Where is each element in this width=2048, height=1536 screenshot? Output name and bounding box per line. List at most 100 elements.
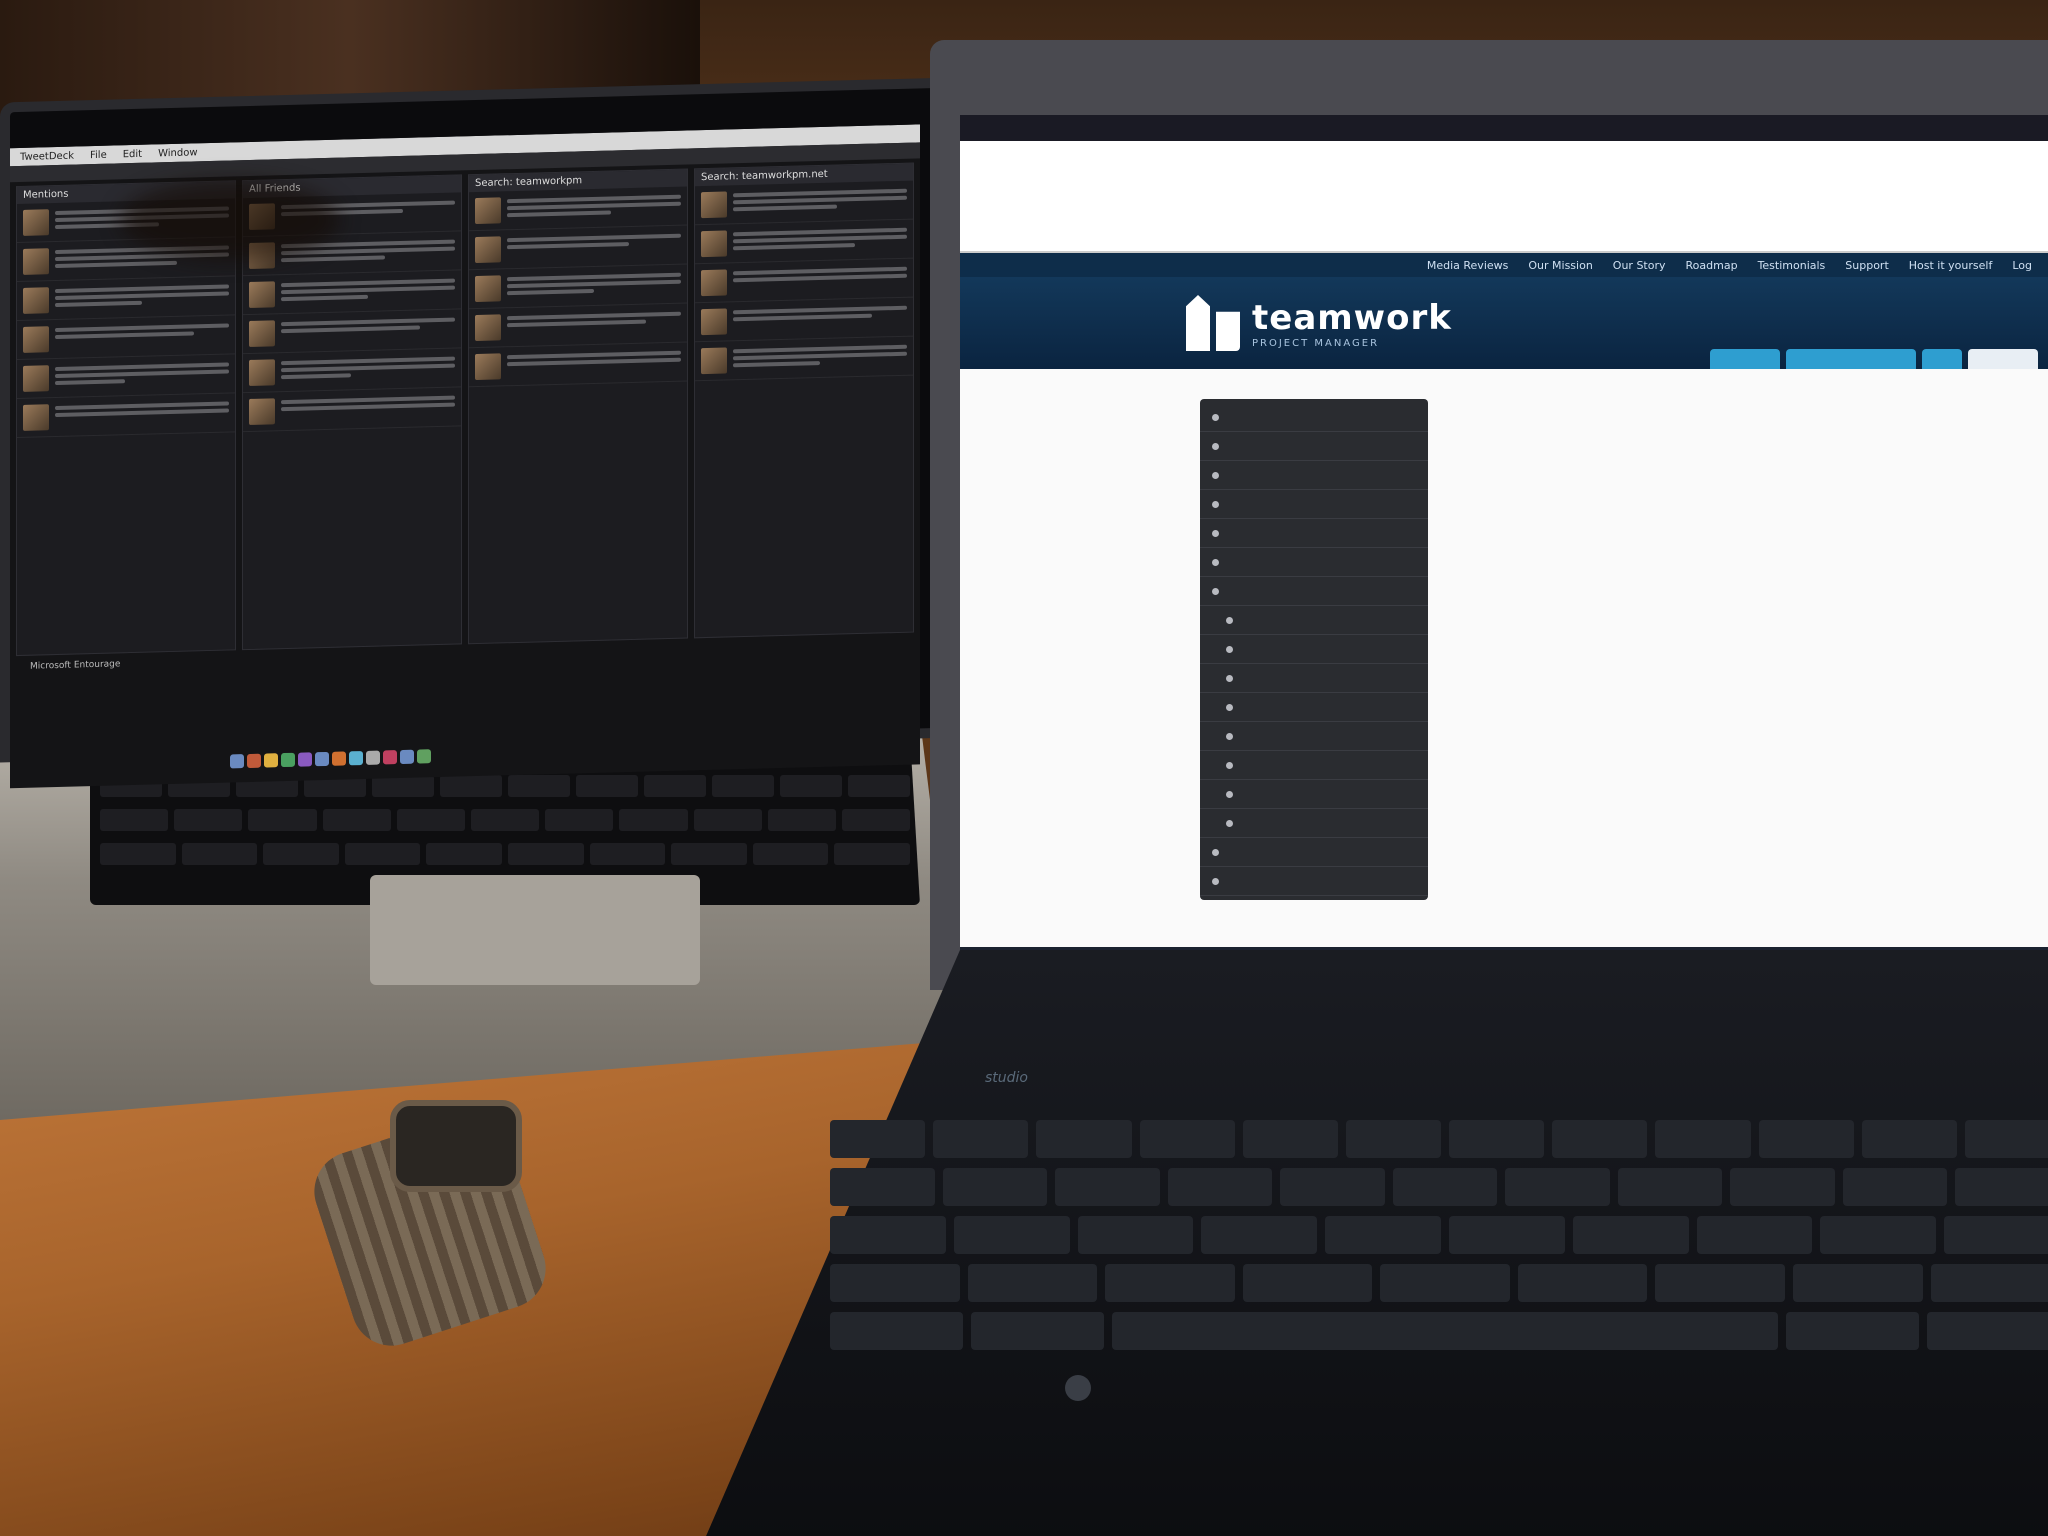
header-tab[interactable]: [1968, 349, 2038, 369]
avatar: [23, 209, 49, 236]
watch-shadow: [120, 180, 340, 260]
bullet-icon: [1226, 819, 1233, 827]
avatar: [249, 359, 275, 386]
tweet[interactable]: [243, 348, 461, 394]
tweet[interactable]: [469, 264, 687, 310]
bullet-icon: [1212, 413, 1219, 421]
wristwatch: [303, 1100, 557, 1357]
side-menu-item[interactable]: [1200, 838, 1428, 867]
bullet-icon: [1212, 471, 1219, 479]
dock-app-icon[interactable]: [400, 749, 414, 765]
tweet[interactable]: [469, 186, 687, 232]
column-search-teamworkpm-net: Search: teamworkpm.net: [694, 162, 914, 639]
side-menu-subitem[interactable]: [1200, 722, 1428, 751]
logo-subtitle: PROJECT MANAGER: [1252, 337, 1380, 349]
tweet[interactable]: [17, 315, 235, 361]
bullet-icon: [1212, 500, 1219, 508]
tweet[interactable]: [469, 303, 687, 349]
tweet[interactable]: [469, 342, 687, 388]
tweet[interactable]: [695, 297, 913, 343]
avatar: [475, 236, 501, 264]
side-menu-subitem[interactable]: [1200, 780, 1428, 809]
dock-app-icon[interactable]: [383, 750, 397, 765]
bullet-icon: [1226, 616, 1233, 624]
bullet-icon: [1226, 761, 1233, 769]
side-menu-item[interactable]: [1200, 867, 1428, 896]
header-tab[interactable]: [1710, 349, 1780, 369]
side-menu-subitem[interactable]: [1200, 751, 1428, 780]
nav-link-roadmap[interactable]: Roadmap: [1686, 259, 1738, 272]
side-menu-item[interactable]: [1200, 403, 1428, 432]
macbook-lid: TweetDeck File Edit Window Mentions All …: [0, 77, 954, 789]
menu-item[interactable]: Edit: [123, 148, 142, 160]
side-menu-subitem[interactable]: [1200, 606, 1428, 635]
avatar: [249, 320, 275, 347]
tweet[interactable]: [469, 225, 687, 271]
tweet[interactable]: [17, 354, 235, 400]
header-tab[interactable]: [1786, 349, 1916, 369]
dock-app-icon[interactable]: [230, 754, 244, 769]
dock-app-icon[interactable]: [315, 751, 329, 767]
tweet[interactable]: [243, 387, 461, 433]
tweet[interactable]: [695, 258, 913, 304]
help-side-menu: [1200, 399, 1428, 900]
dell-keyboard: [830, 1120, 2048, 1450]
tweet[interactable]: [695, 180, 913, 226]
menu-item[interactable]: TweetDeck: [20, 150, 74, 162]
avatar: [23, 404, 49, 431]
avatar: [249, 281, 275, 308]
side-menu-item[interactable]: [1200, 490, 1428, 519]
nav-link-login[interactable]: Log: [2012, 259, 2032, 272]
tweet[interactable]: [695, 336, 913, 382]
photo-scene: TweetDeck File Edit Window Mentions All …: [0, 0, 2048, 1536]
tweet[interactable]: [17, 393, 235, 439]
bullet-icon: [1212, 442, 1219, 450]
nav-link-host-it-yourself[interactable]: Host it yourself: [1909, 259, 1993, 272]
bullet-icon: [1212, 558, 1219, 566]
side-menu-subitem[interactable]: [1200, 635, 1428, 664]
avatar: [475, 197, 501, 225]
menu-item[interactable]: Window: [158, 147, 197, 159]
logo-wordmark: teamwork: [1252, 297, 1452, 338]
bullet-icon: [1226, 674, 1233, 682]
header-tab[interactable]: [1922, 349, 1962, 369]
side-menu-subitem[interactable]: [1200, 693, 1428, 722]
watch-face: [390, 1100, 522, 1192]
avatar: [23, 287, 49, 314]
side-menu-item[interactable]: [1200, 548, 1428, 577]
teamwork-logo[interactable]: teamwork PROJECT MANAGER: [1180, 295, 1452, 351]
side-menu-subitem[interactable]: [1200, 809, 1428, 838]
dock-app-icon[interactable]: [417, 749, 431, 764]
dock-app-icon[interactable]: [281, 752, 295, 768]
dock-app-icon[interactable]: [366, 750, 380, 765]
dock-app-icon[interactable]: [247, 753, 261, 769]
bullet-icon: [1212, 529, 1219, 537]
dock-app-icon[interactable]: [264, 753, 278, 768]
nav-link-our-story[interactable]: Our Story: [1613, 259, 1666, 272]
dock-app-icon[interactable]: [332, 751, 346, 766]
avatar: [701, 230, 727, 258]
side-menu-item[interactable]: [1200, 577, 1428, 606]
dock-app-icon[interactable]: [298, 752, 312, 767]
tweet[interactable]: [243, 309, 461, 355]
nav-link-support[interactable]: Support: [1845, 259, 1888, 272]
avatar: [23, 365, 49, 392]
nav-link-media-reviews[interactable]: Media Reviews: [1427, 259, 1509, 272]
nav-link-our-mission[interactable]: Our Mission: [1528, 259, 1592, 272]
bullet-icon: [1226, 790, 1233, 798]
side-menu-item[interactable]: [1200, 461, 1428, 490]
dock-app-icon[interactable]: [349, 750, 363, 766]
tweet[interactable]: [243, 270, 461, 316]
menu-item[interactable]: File: [90, 149, 107, 160]
dell-screen: Media Reviews Our Mission Our Story Road…: [960, 115, 2048, 975]
browser-title-bar: [960, 115, 2048, 141]
side-menu-subitem[interactable]: [1200, 664, 1428, 693]
avatar: [701, 191, 727, 219]
nav-link-testimonials[interactable]: Testimonials: [1758, 259, 1826, 272]
tweet[interactable]: [695, 219, 913, 265]
avatar: [701, 308, 727, 336]
side-menu-item[interactable]: [1200, 519, 1428, 548]
tweet[interactable]: [17, 276, 235, 322]
side-menu-item[interactable]: [1200, 432, 1428, 461]
avatar: [475, 353, 501, 381]
